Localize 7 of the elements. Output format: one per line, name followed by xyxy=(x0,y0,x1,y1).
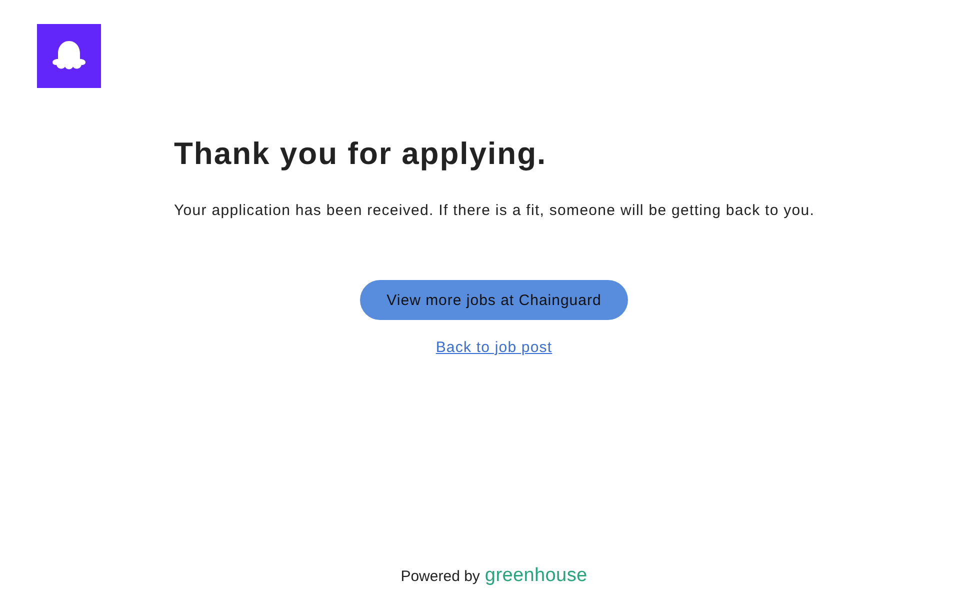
page-heading: Thank you for applying. xyxy=(174,135,547,173)
greenhouse-logo[interactable]: greenhouse xyxy=(484,565,588,587)
confirmation-message: Your application has been received. If there is a fit, someone will be getting back to you. xyxy=(174,201,815,221)
powered-by-text: Powered by xyxy=(400,568,480,585)
back-to-job-post-link[interactable]: Back to job post xyxy=(436,338,552,358)
view-more-jobs-button[interactable]: View more jobs at Chainguard xyxy=(360,280,628,320)
company-logo-icon xyxy=(37,24,101,88)
